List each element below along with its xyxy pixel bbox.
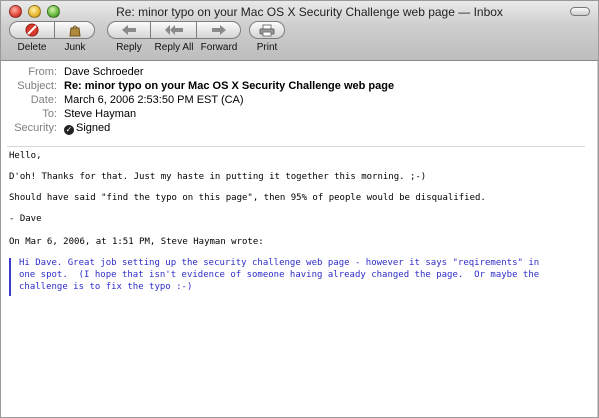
to-row: To: Steve Hayman	[1, 108, 561, 122]
message-headers: From: Dave Schroeder Subject: Re: minor …	[1, 63, 598, 141]
quoted-line: Hi Dave. Great job setting up the securi…	[19, 258, 540, 268]
reply-all-button[interactable]: Reply All	[151, 21, 197, 53]
reply-all-arrows-icon	[164, 25, 183, 35]
forward-arrow-icon	[211, 25, 226, 35]
zoom-window-button[interactable]	[47, 5, 60, 18]
seal-check-icon: ✓	[64, 125, 74, 135]
forward-button[interactable]: Forward	[197, 21, 241, 53]
window-controls	[9, 5, 60, 18]
close-window-button[interactable]	[9, 5, 22, 18]
reply-all-label: Reply All	[154, 42, 194, 53]
delete-button[interactable]: Delete	[9, 21, 55, 53]
body-line: D'oh! Thanks for that. Just my haste in …	[9, 172, 427, 182]
reply-label: Reply	[116, 42, 142, 53]
attribution-line: On Mar 6, 2006, at 1:51 PM, Steve Hayman…	[9, 237, 264, 247]
no-entry-icon	[25, 23, 39, 37]
quoted-line: challenge is to fix the typo :-)	[19, 282, 193, 292]
junk-button[interactable]: Junk	[55, 21, 95, 53]
from-label: From:	[28, 66, 57, 78]
body-line: Hello,	[9, 151, 42, 161]
security-row: Security: ✓ Signed	[1, 122, 561, 136]
reply-button[interactable]: Reply	[107, 21, 151, 53]
delete-label: Delete	[17, 42, 47, 53]
security-value[interactable]: ✓ Signed	[64, 122, 110, 135]
print-label: Print	[256, 42, 278, 53]
header-divider	[7, 146, 585, 147]
subject-value: Re: minor typo on your Mac OS X Security…	[64, 80, 395, 92]
subject-row: Subject: Re: minor typo on your Mac OS X…	[1, 80, 561, 94]
reply-arrow-icon	[122, 25, 136, 35]
subject-label: Subject:	[17, 80, 57, 92]
forward-label: Forward	[200, 42, 238, 53]
security-label: Security:	[14, 122, 57, 134]
print-button[interactable]: Print	[249, 21, 285, 53]
date-label: Date:	[30, 94, 57, 106]
title-toolbar-area: Re: minor typo on your Mac OS X Security…	[1, 1, 598, 61]
date-row: Date: March 6, 2006 2:53:50 PM EST (CA)	[1, 94, 561, 108]
window-edge	[597, 61, 598, 417]
body-line: - Dave	[9, 214, 42, 224]
from-row: From: Dave Schroeder	[1, 66, 561, 80]
printer-icon	[259, 24, 275, 36]
mail-window: Re: minor typo on your Mac OS X Security…	[0, 0, 599, 418]
quoted-text-block: Hi Dave. Great job setting up the securi…	[9, 258, 589, 296]
junk-label: Junk	[64, 42, 86, 53]
from-value[interactable]: Dave Schroeder	[64, 66, 144, 78]
to-label: To:	[42, 108, 57, 120]
toolbar-toggle-button[interactable]	[570, 7, 590, 16]
quoted-line: one spot. (I hope that isn't evidence of…	[19, 270, 540, 280]
to-value[interactable]: Steve Hayman	[64, 108, 136, 120]
junk-bag-icon	[68, 25, 81, 37]
security-status: Signed	[76, 122, 111, 134]
date-value: March 6, 2006 2:53:50 PM EST (CA)	[64, 94, 244, 106]
minimize-window-button[interactable]	[28, 5, 41, 18]
body-line: Should have said "find the typo on this …	[9, 193, 486, 203]
window-title: Re: minor typo on your Mac OS X Security…	[116, 5, 503, 19]
